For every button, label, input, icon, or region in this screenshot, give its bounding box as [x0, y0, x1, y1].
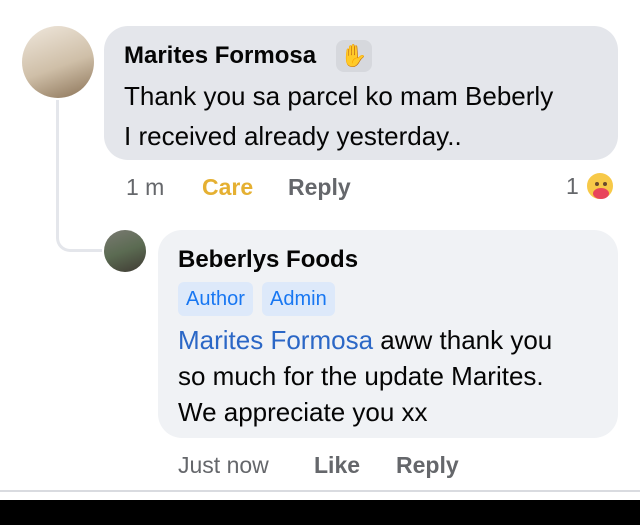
- comment-bubble: Marites Formosa ✋ Thank you sa parcel ko…: [104, 26, 618, 160]
- reply-text-line-2: so much for the update Marites.: [178, 361, 544, 391]
- comment-timestamp[interactable]: 1 m: [126, 174, 164, 201]
- comment-reply-button[interactable]: Reply: [288, 174, 351, 201]
- reply-text-line-1-rest: aww thank you: [373, 325, 553, 355]
- comment-care-button[interactable]: Care: [202, 174, 253, 201]
- comment-author-name[interactable]: Marites Formosa: [124, 42, 316, 70]
- reaction-count: 1: [566, 172, 579, 199]
- bottom-divider: [0, 490, 640, 492]
- author-badge: Author: [178, 282, 253, 316]
- thread-connector-line: [56, 100, 102, 252]
- reply-author-name[interactable]: Beberlys Foods: [178, 246, 358, 274]
- comment-text-line-1: Thank you sa parcel ko mam Beberly: [124, 81, 554, 111]
- avatar-marites-formosa[interactable]: [22, 26, 94, 98]
- wave-hand-icon: ✋: [336, 40, 372, 72]
- bottom-bar: [0, 500, 640, 525]
- care-emoji-icon: [584, 171, 615, 201]
- avatar-beberlys-foods[interactable]: [104, 230, 146, 272]
- reply-text-line-3: We appreciate you xx: [178, 397, 428, 427]
- reply-bubble: Beberlys Foods Author Admin Marites Form…: [158, 230, 618, 438]
- reply-text-line-1: Marites Formosa aww thank you: [178, 322, 552, 358]
- comment-reactions[interactable]: 1: [566, 170, 615, 202]
- reply-timestamp[interactable]: Just now: [178, 452, 269, 479]
- reply-like-button[interactable]: Like: [314, 452, 360, 479]
- comment-text-line-2: I received already yesterday..: [124, 121, 462, 151]
- mention-link[interactable]: Marites Formosa: [178, 325, 373, 355]
- reply-reply-button[interactable]: Reply: [396, 452, 459, 479]
- admin-badge: Admin: [262, 282, 335, 316]
